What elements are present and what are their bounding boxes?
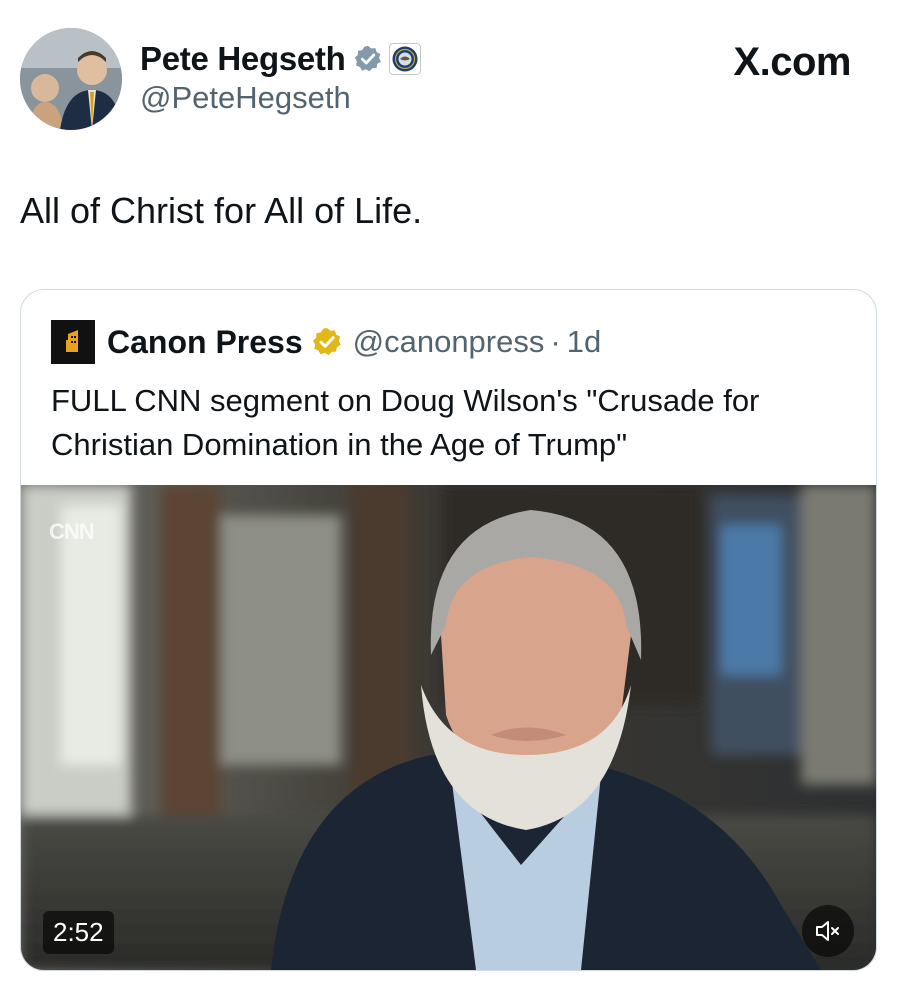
tweet-header: Pete Hegseth @PeteHegseth X.com: [20, 28, 877, 132]
quoted-tweet-card[interactable]: Canon Press @canonpress · 1d FULL CNN se…: [20, 289, 877, 971]
department-seal-icon: [389, 43, 422, 75]
quoted-display-name[interactable]: Canon Press: [107, 324, 303, 361]
muted-speaker-icon: [816, 921, 839, 941]
verified-badge-icon: [355, 45, 382, 72]
video-thumbnail: [21, 485, 876, 970]
quoted-timestamp[interactable]: 1d: [567, 324, 601, 360]
gold-verified-badge-icon: [312, 328, 341, 356]
quoted-handle[interactable]: @canonpress: [353, 324, 545, 360]
avatar[interactable]: [20, 28, 122, 130]
quoted-tweet-text: FULL CNN segment on Doug Wilson's "Crusa…: [51, 383, 760, 462]
video-duration: 2:52: [43, 911, 114, 954]
canon-press-logo-icon: [51, 320, 95, 364]
author-handle[interactable]: @PeteHegseth: [140, 80, 421, 116]
quoted-tweet-header: Canon Press @canonpress · 1d: [51, 320, 601, 364]
cnn-logo: CNN: [49, 519, 95, 544]
x-watermark: X.com: [733, 40, 851, 84]
video-player[interactable]: CNN 2:52: [21, 485, 876, 970]
mute-button[interactable]: [802, 905, 854, 957]
profile-photo-icon: [20, 28, 122, 130]
author-info: Pete Hegseth @PeteHegseth: [140, 38, 422, 116]
separator-dot: ·: [550, 324, 561, 359]
author-display-name[interactable]: Pete Hegseth: [140, 40, 346, 78]
tweet-text: All of Christ for All of Life.: [20, 190, 423, 231]
